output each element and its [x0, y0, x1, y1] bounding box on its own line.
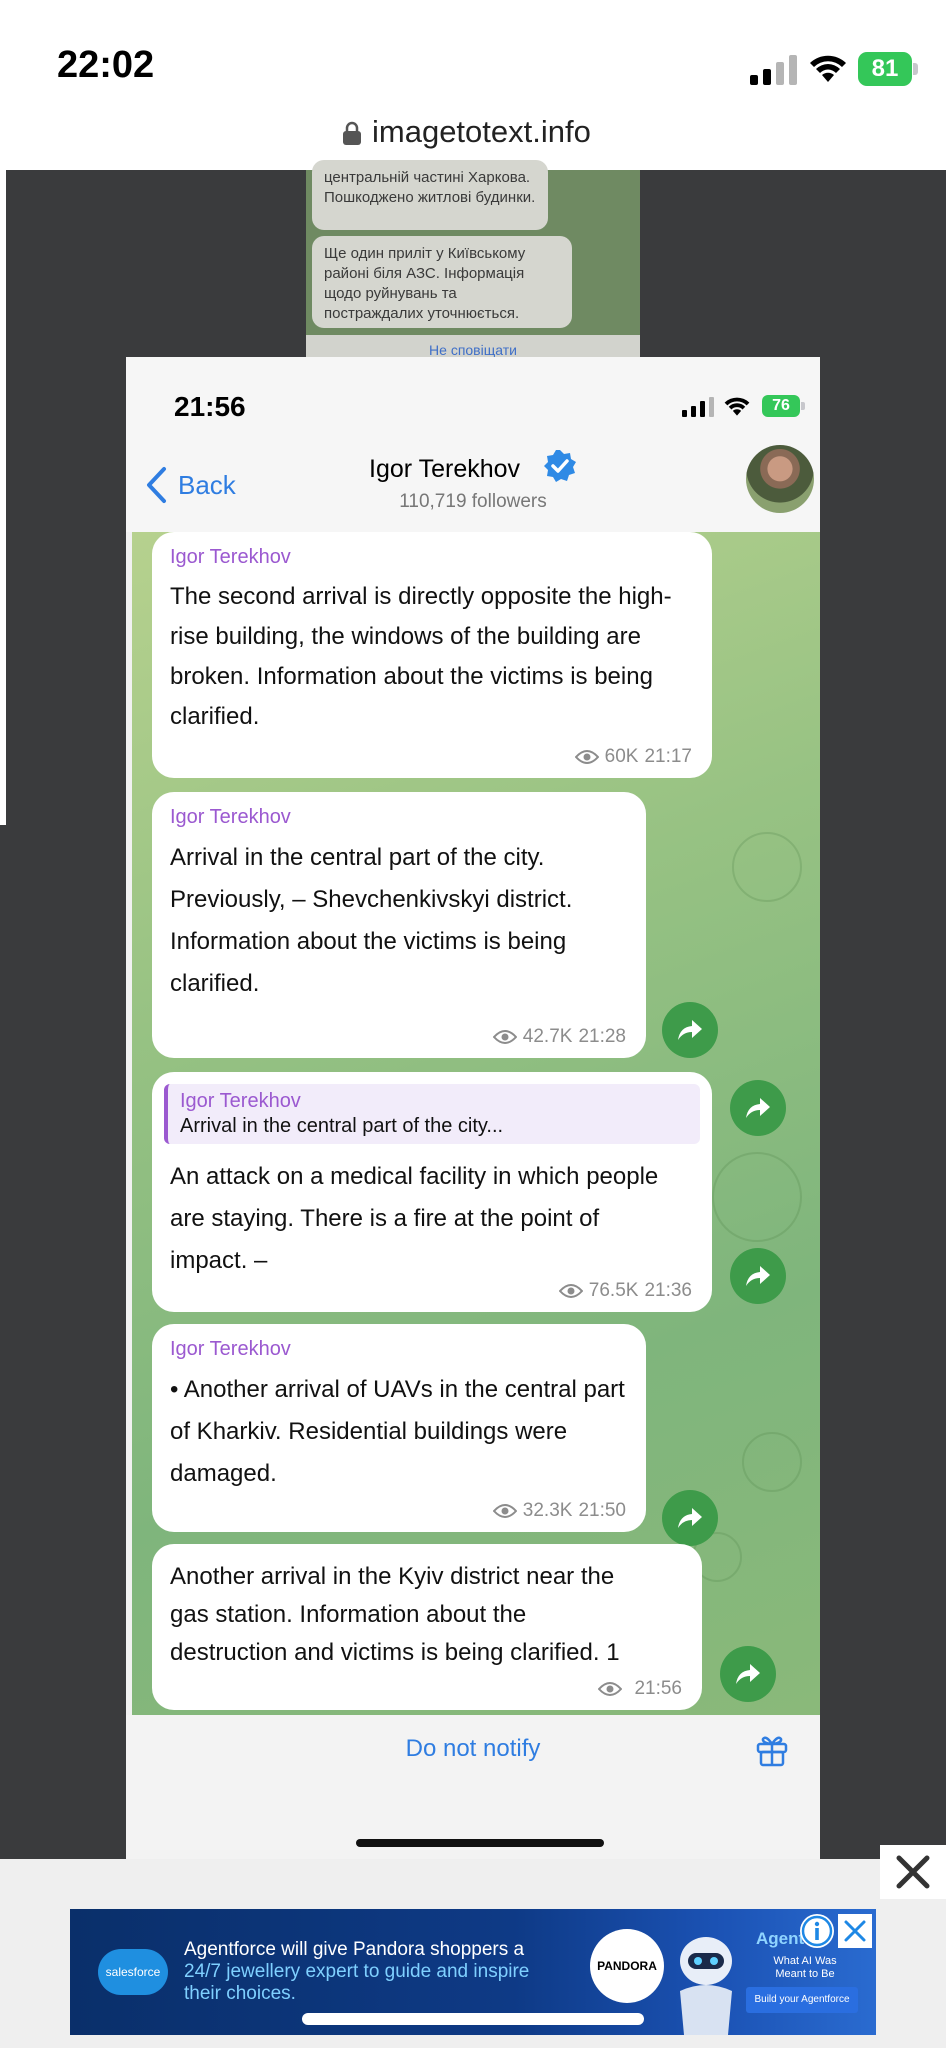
message-meta: 32.3K 21:50 [492, 1500, 626, 1522]
salesforce-logo: salesforce [98, 1949, 168, 1995]
message-meta: 76.5K 21:36 [558, 1280, 692, 1302]
share-icon [678, 1020, 702, 1040]
chat-area[interactable]: Igor Terekhov The second arrival is dire… [132, 532, 820, 1715]
signal-icon [750, 55, 797, 85]
message-time: 21:17 [644, 746, 692, 767]
gift-icon[interactable] [756, 1733, 788, 1767]
close-icon[interactable] [838, 1914, 872, 1948]
message-author: Igor Terekhov [170, 546, 291, 568]
share-button[interactable] [662, 1002, 718, 1058]
view-count: 42.7K [522, 1026, 573, 1047]
message-time: 21:36 [644, 1280, 692, 1301]
telegram-status-time: 21:56 [174, 391, 246, 422]
close-icon [896, 1855, 930, 1889]
share-icon [746, 1098, 770, 1118]
close-ad-button[interactable] [880, 1845, 946, 1899]
message-bubble[interactable]: Another arrival in the Kyiv district nea… [152, 1544, 702, 1710]
eye-icon [558, 1284, 583, 1298]
ad-line: their choices. [184, 1983, 296, 2004]
background-message: Ще один приліт у Київському районі біля … [312, 236, 572, 328]
share-icon [736, 1664, 760, 1684]
device-time: 22:02 [57, 44, 155, 86]
eye-icon [574, 750, 599, 764]
channel-title[interactable]: Igor Terekhov [126, 450, 820, 484]
message-bubble[interactable]: Igor Terekhov • Another arrival of UAVs … [152, 1324, 646, 1532]
ad-line: 24/7 jewellery expert to guide and inspi… [184, 1961, 530, 1982]
telegram-screenshot: 21:56 76 Back Igor Terekhov 110,719 foll… [126, 357, 820, 1859]
wifi-icon [724, 397, 750, 416]
channel-name: Igor Terekhov [369, 455, 521, 483]
home-indicator [302, 2013, 644, 2025]
battery-indicator: 81 [858, 52, 918, 86]
wifi-icon [810, 55, 846, 82]
followers-count: 110,719 followers [399, 491, 547, 512]
robot-mascot-icon [680, 1937, 732, 2035]
message-time: 21:28 [578, 1026, 626, 1047]
view-count: 32.3K [522, 1500, 573, 1521]
lock-icon [343, 121, 361, 145]
agent-title: Agent [756, 1929, 805, 1948]
reply-author: Igor Terekhov [180, 1090, 301, 1112]
message-text: Arrival in the central part of the city.… [170, 844, 573, 997]
message-meta: 42.7K 21:28 [492, 1026, 626, 1048]
channel-bottom-bar: Do not notify [126, 1715, 820, 1859]
share-icon [746, 1266, 770, 1286]
message-text: The second arrival is directly opposite … [170, 583, 672, 730]
view-count: 60K [604, 746, 639, 767]
page-background-strip [0, 170, 6, 825]
device-status-bar: 22:02 81 [0, 0, 946, 110]
message-text: Another arrival in the Kyiv district nea… [170, 1563, 620, 1666]
agent-subtitle: What AI Was Meant to Be [773, 1955, 837, 1980]
message-author: Igor Terekhov [170, 1338, 291, 1360]
reply-quote[interactable]: Igor Terekhov Arrival in the central par… [164, 1084, 700, 1144]
ad-line: Agentforce will give Pandora shoppers a [184, 1939, 525, 1960]
home-indicator [356, 1839, 604, 1847]
info-icon[interactable] [800, 1914, 834, 1948]
share-icon [678, 1508, 702, 1528]
reply-text: Arrival in the central part of the city.… [180, 1115, 504, 1137]
signal-icon [682, 397, 714, 417]
message-text: An attack on a medical facility in which… [170, 1163, 659, 1274]
message-meta: 60K 21:17 [574, 746, 692, 768]
eye-icon [492, 1030, 517, 1044]
eye-icon [598, 1682, 623, 1696]
pandora-logo: PANDORA [590, 1929, 664, 2003]
verified-icon [543, 450, 576, 483]
message-bubble[interactable]: Igor Terekhov The second arrival is dire… [152, 532, 712, 778]
view-count: 76.5K [588, 1280, 639, 1301]
message-time: 21:56 [634, 1678, 682, 1699]
build-agentforce-button[interactable]: Build your Agentforce [746, 1987, 858, 2013]
browser-url[interactable]: imagetotext.info [372, 114, 591, 150]
message-author: Igor Terekhov [170, 806, 291, 828]
share-button[interactable] [662, 1490, 718, 1546]
share-button[interactable] [720, 1646, 776, 1702]
background-message: центральній частині Харкова. Пошкоджено … [312, 160, 548, 230]
avatar[interactable] [746, 445, 814, 513]
share-button[interactable] [730, 1080, 786, 1136]
channel-header: Back Igor Terekhov 110,719 followers [126, 439, 820, 532]
share-button[interactable] [730, 1248, 786, 1304]
battery-indicator: 76 [762, 395, 806, 419]
do-not-notify-button[interactable]: Do not notify [126, 1735, 820, 1763]
message-bubble[interactable]: Igor Terekhov Arrival in the central par… [152, 792, 646, 1058]
message-bubble[interactable]: Igor Terekhov Arrival in the central par… [152, 1072, 712, 1312]
battery-level: 76 [762, 395, 800, 417]
message-meta: 21:56 [598, 1678, 682, 1700]
message-text: • Another arrival of UAVs in the central… [170, 1376, 625, 1487]
eye-icon [492, 1504, 517, 1518]
telegram-status-bar: 21:56 76 [126, 357, 820, 439]
message-time: 21:50 [578, 1500, 626, 1521]
battery-level: 81 [858, 52, 912, 86]
ad-copy: Agentforce will give Pandora shoppers a … [184, 1939, 574, 2005]
